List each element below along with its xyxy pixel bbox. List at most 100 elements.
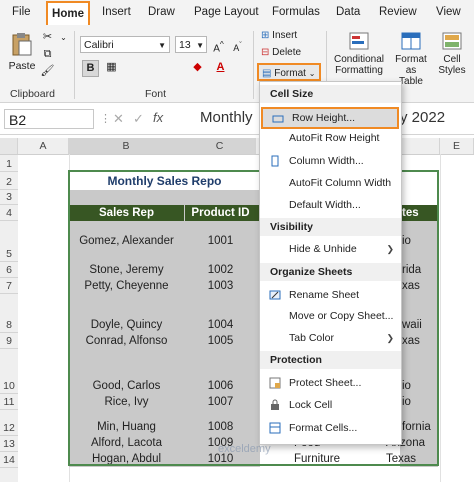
ribbon: Paste ✂ ⧉ 🖌 ⌄ Clipboard Calibri ▼ 13 ▼ A… bbox=[0, 27, 474, 103]
chevron-down-icon: ▼ bbox=[158, 41, 166, 50]
menu-section-protection: Protection bbox=[260, 351, 401, 369]
bold-button[interactable]: B bbox=[82, 60, 99, 77]
row-header[interactable]: 14 bbox=[0, 452, 18, 468]
menu-item-format-cells[interactable]: Format Cells... bbox=[260, 418, 401, 438]
menu-item-tab-color[interactable]: Tab Color ❯ bbox=[260, 328, 401, 348]
cut-icon[interactable]: ✂ bbox=[40, 30, 55, 45]
column-header-bar: A B C E bbox=[0, 138, 474, 155]
clipboard-group-label: Clipboard bbox=[10, 88, 55, 100]
tab-view[interactable]: View bbox=[436, 6, 461, 18]
font-group-label: Font bbox=[145, 88, 167, 100]
decrease-font-icon[interactable]: Aˇ bbox=[230, 37, 245, 53]
menu-item-default-width[interactable]: Default Width... bbox=[260, 195, 401, 215]
submenu-arrow-icon: ❯ bbox=[386, 244, 394, 254]
row-height-icon bbox=[272, 115, 284, 123]
dropdown-icon[interactable]: ⌄ bbox=[56, 30, 71, 45]
cell-styles-button[interactable]: Cell Styles bbox=[434, 31, 470, 76]
format-painter-icon[interactable]: 🖌 bbox=[40, 64, 55, 79]
tab-file[interactable]: File bbox=[12, 6, 31, 18]
menu-item-label: Default Width... bbox=[289, 199, 361, 211]
row-header[interactable]: 5 bbox=[0, 221, 18, 262]
delete-cells-button[interactable]: ⊟ Delete bbox=[261, 47, 301, 58]
tab-home[interactable]: Home bbox=[46, 1, 90, 25]
menu-item-label: Rename Sheet bbox=[289, 289, 360, 301]
column-header-f[interactable]: E bbox=[440, 138, 474, 154]
font-color-icon[interactable]: A bbox=[213, 60, 228, 75]
menu-section-visibility: Visibility bbox=[260, 218, 401, 236]
tab-insert[interactable]: Insert bbox=[102, 6, 131, 18]
row-header[interactable]: 12 bbox=[0, 410, 18, 436]
row-header[interactable]: 11 bbox=[0, 394, 18, 410]
row-header[interactable]: 2 bbox=[0, 172, 18, 190]
separator bbox=[253, 31, 254, 99]
tab-page-layout[interactable]: Page Layout bbox=[194, 6, 259, 18]
row-header[interactable]: 8 bbox=[0, 294, 18, 333]
column-header-e[interactable] bbox=[400, 138, 440, 154]
column-header-c[interactable]: C bbox=[184, 138, 256, 154]
menu-item-label: Hide & Unhide bbox=[289, 243, 357, 255]
menu-item-label: AutoFit Column Width bbox=[289, 177, 392, 189]
menu-item-row-height[interactable]: Row Height... bbox=[261, 107, 399, 129]
row-header[interactable]: 10 bbox=[0, 349, 18, 394]
format-cells-button[interactable]: ▤ Format ⌄ bbox=[257, 63, 321, 81]
row-header[interactable]: 3 bbox=[0, 190, 18, 205]
paste-button[interactable]: Paste bbox=[8, 31, 36, 72]
chevron-down-icon: ⌄ bbox=[308, 69, 316, 78]
format-as-table-button[interactable]: Format as Table bbox=[390, 31, 432, 87]
conditional-formatting-button[interactable]: Conditional Formatting bbox=[331, 31, 387, 76]
select-all-corner[interactable] bbox=[0, 138, 18, 154]
cell-styles-label-1: Cell bbox=[443, 54, 461, 65]
column-header-a[interactable]: A bbox=[18, 138, 69, 154]
copy-icon[interactable]: ⧉ bbox=[40, 47, 55, 62]
insert-label: Insert bbox=[272, 30, 298, 41]
cell-styles-label-2: Styles bbox=[438, 65, 466, 76]
insert-cells-button[interactable]: ⊞ Insert bbox=[261, 30, 297, 41]
conditional-label-1: Conditional bbox=[333, 54, 385, 65]
menu-item-label: Row Height... bbox=[292, 112, 356, 124]
row-header[interactable]: 6 bbox=[0, 262, 18, 278]
menu-item-rename-sheet[interactable]: Rename Sheet bbox=[260, 285, 401, 305]
row-header[interactable]: 1 bbox=[0, 155, 18, 172]
row-header[interactable]: 9 bbox=[0, 333, 18, 349]
tab-review[interactable]: Review bbox=[379, 6, 417, 18]
conditional-formatting-icon bbox=[349, 32, 369, 50]
borders-icon[interactable]: ▦ bbox=[104, 60, 119, 75]
row-header[interactable]: 7 bbox=[0, 278, 18, 294]
tab-formulas[interactable]: Formulas bbox=[272, 6, 320, 18]
protect-sheet-icon bbox=[269, 377, 281, 389]
cancel-icon[interactable]: ✕ bbox=[113, 111, 124, 127]
menu-item-label: Protect Sheet... bbox=[289, 377, 362, 389]
insert-function-icon[interactable]: fx bbox=[153, 110, 163, 125]
menu-item-label: Tab Color bbox=[289, 332, 334, 344]
formula-content[interactable]: Monthly bbox=[200, 109, 253, 126]
menu-item-lock-cell[interactable]: Lock Cell bbox=[260, 395, 401, 415]
font-size-box[interactable]: 13 ▼ bbox=[175, 36, 207, 53]
menu-item-hide-unhide[interactable]: Hide & Unhide ❯ bbox=[260, 239, 401, 259]
chevron-down-icon: ▼ bbox=[196, 41, 204, 50]
name-box[interactable]: B2 bbox=[4, 109, 94, 129]
menu-item-column-width[interactable]: Column Width... bbox=[260, 151, 401, 171]
menu-item-protect-sheet[interactable]: Protect Sheet... bbox=[260, 373, 401, 393]
column-header-b[interactable]: B bbox=[69, 138, 184, 154]
format-as-label-1: Format as bbox=[395, 54, 427, 76]
row-header[interactable]: 13 bbox=[0, 436, 18, 452]
row-header[interactable]: 4 bbox=[0, 205, 18, 221]
menu-item-label: AutoFit Row Height bbox=[289, 132, 380, 144]
menu-item-label: Move or Copy Sheet... bbox=[289, 310, 394, 322]
formula-bar: B2 ⋮ ✕ ✓ fx Monthly y 2022 bbox=[0, 104, 474, 135]
menu-item-move-copy[interactable]: Move or Copy Sheet... bbox=[260, 306, 401, 326]
font-name-value: Calibri bbox=[84, 39, 114, 51]
separator bbox=[74, 31, 75, 99]
increase-font-icon[interactable]: A^ bbox=[211, 37, 226, 54]
delete-label: Delete bbox=[272, 47, 302, 58]
menu-section-cell-size: Cell Size bbox=[260, 85, 401, 103]
tab-data[interactable]: Data bbox=[336, 6, 360, 18]
format-as-table-icon bbox=[401, 32, 421, 50]
tab-draw[interactable]: Draw bbox=[148, 6, 175, 18]
row-header[interactable] bbox=[0, 468, 18, 482]
font-name-box[interactable]: Calibri ▼ bbox=[80, 36, 170, 53]
menu-item-autofit-column[interactable]: AutoFit Column Width bbox=[260, 173, 401, 193]
menu-item-autofit-row[interactable]: AutoFit Row Height bbox=[260, 128, 401, 148]
enter-icon[interactable]: ✓ bbox=[133, 111, 144, 127]
fill-color-icon[interactable]: ◆ bbox=[190, 60, 205, 75]
